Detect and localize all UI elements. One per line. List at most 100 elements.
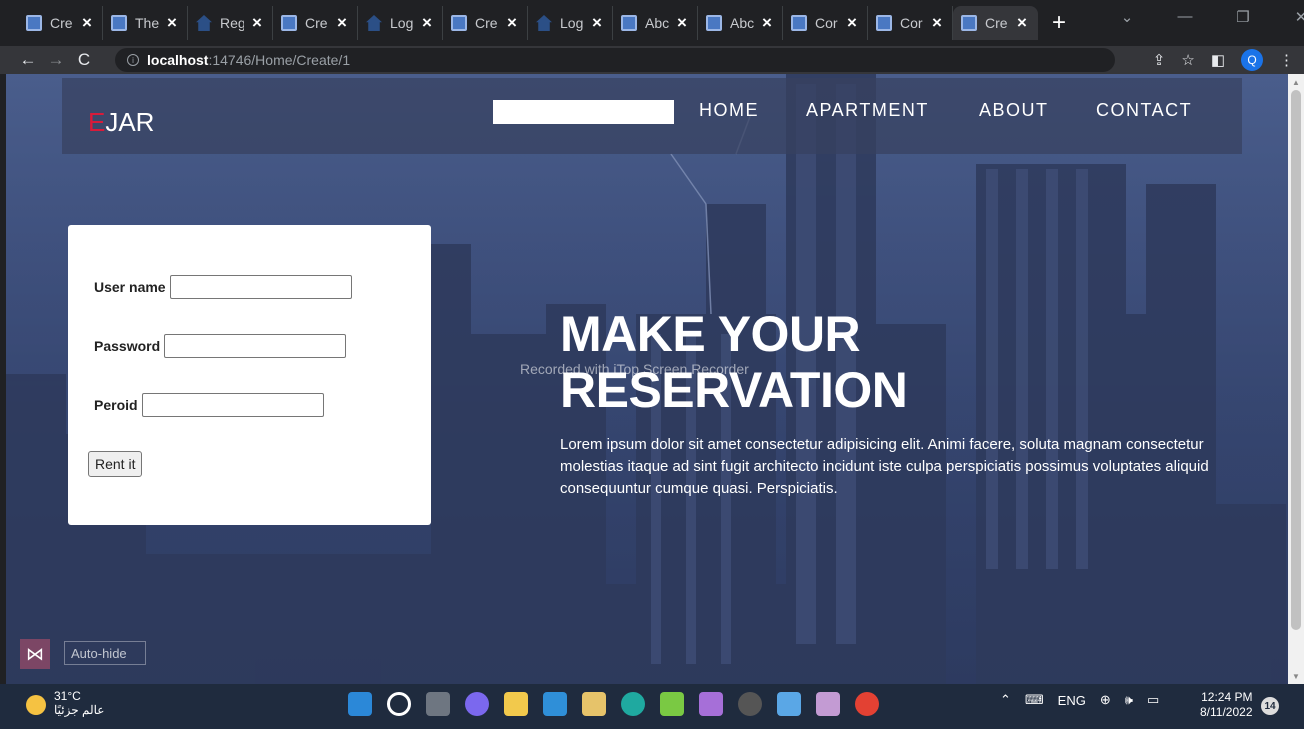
close-tab-icon[interactable]: × (762, 13, 772, 33)
scroll-up-arrow-icon[interactable]: ▲ (1292, 78, 1300, 87)
chat-icon[interactable] (465, 692, 489, 716)
close-tab-icon[interactable]: × (677, 13, 687, 33)
browser-tab[interactable]: Cor × (783, 6, 868, 40)
url-host: localhost (147, 52, 209, 68)
site-navbar: EJAR HOME APARTMENT ABOUT CONTACT (62, 78, 1242, 154)
browser-tab[interactable]: Cre × (953, 6, 1038, 40)
minimize-button[interactable]: — (1156, 8, 1214, 26)
nav-link-about[interactable]: ABOUT (979, 100, 1049, 121)
username-input[interactable] (169, 275, 352, 299)
browser-tab[interactable]: Log × (358, 6, 443, 40)
period-input[interactable] (141, 393, 324, 417)
close-tab-icon[interactable]: × (422, 13, 432, 33)
home-icon (536, 15, 552, 31)
nav-link-apartment[interactable]: APARTMENT (806, 100, 929, 121)
battery-icon[interactable]: ▭ (1147, 692, 1159, 708)
keyboard-icon[interactable]: ⌨ (1025, 692, 1044, 708)
taskbar-apps (348, 692, 879, 716)
home-icon (196, 15, 212, 31)
forward-button[interactable]: → (42, 50, 70, 70)
browser-tab[interactable]: Abc × (613, 6, 698, 40)
site-logo[interactable]: EJAR (88, 107, 154, 138)
app-icon[interactable] (777, 692, 801, 716)
password-input[interactable] (164, 334, 347, 358)
recorder-watermark: Recorded with iTop Screen Recorder (520, 361, 749, 377)
rent-form-card: User name Password Peroid Rent it (68, 225, 431, 525)
browser-tab[interactable]: The × (103, 6, 188, 40)
browser-tab[interactable]: Cor × (868, 6, 953, 40)
address-bar[interactable]: i localhost:14746/Home/Create/1 (115, 48, 1115, 72)
close-tab-icon[interactable]: × (1017, 13, 1027, 33)
close-tab-icon[interactable]: × (82, 13, 92, 33)
network-icon[interactable]: ⊕ (1100, 692, 1111, 708)
mail-icon[interactable] (543, 692, 567, 716)
edge-browser-icon[interactable] (621, 692, 645, 716)
search-icon[interactable] (387, 692, 411, 716)
window-controls: ⌄ — ❐ ✕ (1098, 8, 1304, 26)
browser-tab[interactable]: Cre × (273, 6, 358, 40)
bookmark-star-icon[interactable]: ☆ (1181, 51, 1194, 69)
menu-kebab-icon[interactable]: ⋮ (1279, 51, 1294, 69)
navbar-search-input[interactable] (493, 100, 674, 124)
store-icon[interactable] (582, 692, 606, 716)
visual-studio-icon: ⋈ (20, 639, 50, 669)
close-tab-icon[interactable]: × (167, 13, 177, 33)
auto-hide-button[interactable]: Auto-hide (64, 641, 146, 665)
task-view-icon[interactable] (426, 692, 450, 716)
close-tab-icon[interactable]: × (252, 13, 262, 33)
username-row: User name (94, 275, 352, 299)
home-icon (366, 15, 382, 31)
close-tab-icon[interactable]: × (507, 13, 517, 33)
page-scrollbar[interactable]: ▲ ▼ (1288, 74, 1304, 684)
weather-widget[interactable]: 31°C عالم جزئيًا (26, 689, 104, 717)
visual-studio-taskbar-icon[interactable] (699, 692, 723, 716)
browser-tab[interactable]: Log × (528, 6, 613, 40)
nav-link-home[interactable]: HOME (699, 100, 759, 121)
language-indicator[interactable]: ENG (1058, 693, 1086, 708)
close-tab-icon[interactable]: × (337, 13, 347, 33)
scroll-down-arrow-icon[interactable]: ▼ (1292, 672, 1300, 681)
taskbar-clock[interactable]: 12:24 PM 8/11/2022 (1200, 690, 1253, 720)
weather-condition: عالم جزئيًا (54, 703, 105, 717)
media-player-icon[interactable] (738, 692, 762, 716)
tab-title: Cre (985, 15, 1008, 31)
notification-badge[interactable]: 14 (1261, 697, 1279, 715)
doc-icon (876, 15, 892, 31)
paint-icon[interactable] (816, 692, 840, 716)
tab-title: Abc (730, 15, 754, 31)
browser-tab[interactable]: Cre × (18, 6, 103, 40)
browser-toolbar: ← → C i localhost:14746/Home/Create/1 ⇪ … (0, 46, 1304, 74)
site-info-icon[interactable]: i (127, 54, 139, 66)
doc-icon (451, 15, 467, 31)
temperature: 31°C (54, 689, 81, 703)
close-tab-icon[interactable]: × (932, 13, 942, 33)
file-explorer-icon[interactable] (504, 692, 528, 716)
volume-icon[interactable]: 🕪 (1125, 692, 1133, 708)
rent-it-button[interactable]: Rent it (88, 451, 143, 477)
share-icon[interactable]: ⇪ (1153, 51, 1166, 69)
url-path: :14746/Home/Create/1 (208, 52, 351, 68)
tab-title: Cre (305, 15, 328, 31)
profile-avatar[interactable]: Q (1241, 49, 1263, 71)
browser-tab[interactable]: Cre × (443, 6, 528, 40)
tab-search-icon[interactable]: ⌄ (1098, 8, 1156, 26)
tab-title: Log (560, 15, 584, 31)
nav-link-contact[interactable]: CONTACT (1096, 100, 1192, 121)
show-hidden-icons-chevron-icon[interactable]: ⌃ (1000, 692, 1011, 708)
side-panel-icon[interactable]: ◧ (1211, 51, 1225, 69)
start-button-icon[interactable] (348, 692, 372, 716)
close-tab-icon[interactable]: × (592, 13, 602, 33)
close-tab-icon[interactable]: × (847, 13, 857, 33)
snipping-tool-icon[interactable] (660, 692, 684, 716)
browser-tab[interactable]: Abc × (698, 6, 783, 40)
new-tab-button[interactable]: + (1052, 9, 1066, 37)
close-window-button[interactable]: ✕ (1272, 8, 1304, 26)
reload-button[interactable]: C (70, 50, 98, 70)
browser-tab[interactable]: Reg × (188, 6, 273, 40)
system-tray: ⌃ ⌨ ENG ⊕ 🕪 ▭ (1000, 692, 1159, 708)
scrollbar-thumb[interactable] (1291, 90, 1301, 630)
period-row: Peroid (94, 393, 324, 417)
back-button[interactable]: ← (14, 50, 42, 70)
chrome-icon[interactable] (855, 692, 879, 716)
maximize-button[interactable]: ❐ (1214, 8, 1272, 26)
